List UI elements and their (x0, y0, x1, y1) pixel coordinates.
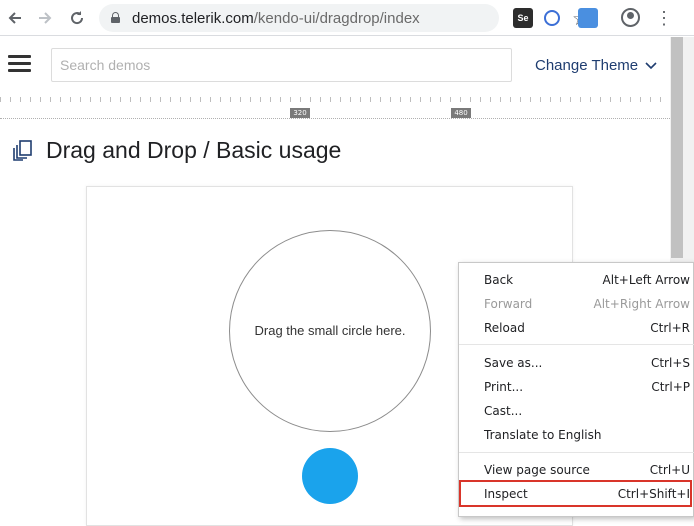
menu-item-label: Forward (484, 297, 533, 311)
inspect-highlight-box (459, 480, 692, 507)
ruler-tag: 320 (290, 108, 310, 118)
menu-item-shortcut: Ctrl+P (651, 380, 690, 394)
drop-target-label: Drag the small circle here. (254, 323, 406, 338)
menu-item-back[interactable]: Back Alt+Left Arrow (459, 268, 694, 292)
more-options-icon[interactable]: ⋮ (655, 6, 673, 30)
menu-separator (459, 452, 694, 453)
profile-avatar-icon[interactable] (621, 8, 640, 27)
context-menu: Back Alt+Left Arrow Forward Alt+Right Ar… (458, 262, 694, 517)
address-bar[interactable]: demos.telerik.com/kendo-ui/dragdrop/inde… (99, 4, 589, 32)
change-theme-label: Change Theme (535, 57, 639, 74)
menu-item-shortcut: Ctrl+R (650, 321, 690, 335)
menu-item-label: Back (484, 273, 514, 287)
ruler-tag: 480 (451, 108, 471, 118)
menu-item-reload[interactable]: Reload Ctrl+R (459, 316, 694, 340)
menu-item-label: Cast... (484, 404, 523, 418)
draggable-circle[interactable] (302, 448, 358, 504)
menu-item-shortcut: Ctrl+U (649, 463, 690, 477)
menu-item-shortcut: Alt+Left Arrow (602, 273, 690, 287)
forward-button[interactable] (33, 6, 57, 30)
back-button[interactable] (3, 6, 27, 30)
lock-icon[interactable] (111, 12, 120, 23)
reload-button[interactable] (65, 6, 89, 30)
page-title: Drag and Drop / Basic usage (46, 137, 342, 163)
site-header: Change Theme (0, 37, 670, 97)
arrow-left-icon (8, 12, 21, 24)
url-host: demos.telerik.com (132, 10, 254, 27)
change-theme-dropdown[interactable]: Change Theme (535, 57, 657, 74)
search-input[interactable] (51, 48, 512, 82)
menu-item-label: Save as... (484, 356, 543, 370)
url-text[interactable]: demos.telerik.com/kendo-ui/dragdrop/inde… (132, 10, 420, 27)
chevron-down-icon (645, 62, 657, 70)
hamburger-icon[interactable] (8, 55, 31, 73)
menu-item-label: Translate to English (484, 428, 602, 442)
responsive-ruler (0, 97, 670, 119)
url-path: /kendo-ui/dragdrop/index (253, 10, 420, 27)
reload-icon (71, 11, 84, 25)
menu-item-view-source[interactable]: View page source Ctrl+U (459, 458, 694, 482)
menu-item-label: Reload (484, 321, 525, 335)
menu-item-shortcut: Alt+Right Arrow (593, 297, 690, 311)
menu-separator (459, 344, 694, 345)
menu-item-label: View page source (484, 463, 590, 477)
extension-icon[interactable] (544, 10, 560, 26)
menu-item-print[interactable]: Print... Ctrl+P (459, 375, 694, 399)
menu-item-cast[interactable]: Cast... (459, 399, 694, 423)
browser-toolbar: demos.telerik.com/kendo-ui/dragdrop/inde… (0, 0, 694, 36)
arrow-right-icon (39, 12, 52, 24)
menu-item-translate[interactable]: Translate to English (459, 423, 694, 447)
menu-item-shortcut: Ctrl+S (650, 356, 690, 370)
menu-item-label: Print... (484, 380, 524, 394)
copy-pages-icon (13, 140, 32, 161)
selenium-extension-icon[interactable]: Se (513, 8, 533, 28)
drop-target-circle[interactable]: Drag the small circle here. (229, 230, 431, 432)
scrollbar-thumb[interactable] (671, 37, 683, 258)
extension-badge-icon[interactable] (578, 8, 598, 28)
menu-item-forward[interactable]: Forward Alt+Right Arrow (459, 292, 694, 316)
menu-item-save-as[interactable]: Save as... Ctrl+S (459, 351, 694, 375)
